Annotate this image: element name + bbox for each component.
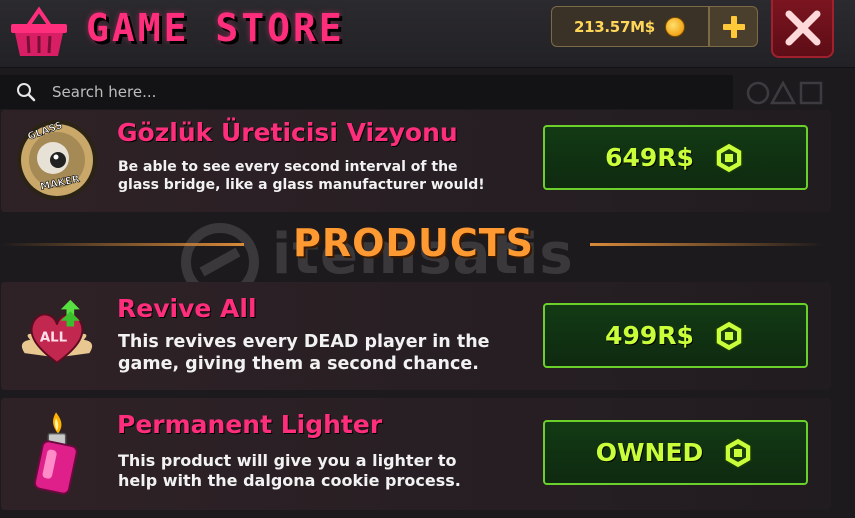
close-icon <box>785 10 820 46</box>
icon-text: ALL <box>40 331 68 346</box>
item-title: Gözlük Üreticisi Vizyonu <box>117 118 458 147</box>
store-item: Permanent Lighter This product will give… <box>1 398 831 510</box>
robux-icon <box>724 436 753 469</box>
item-description-line: glass bridge, like a glass manufacturer … <box>118 176 485 193</box>
item-title: Revive All <box>117 294 257 323</box>
divider-line <box>590 243 824 246</box>
store-item: GLASS MAKER Gözlük Üreticisi Vizyonu Be … <box>1 110 831 212</box>
add-currency-button[interactable] <box>709 6 758 47</box>
search-icon <box>17 83 36 102</box>
robux-icon <box>715 141 743 174</box>
item-description: This revives every DEAD player in the ga… <box>118 332 490 376</box>
plus-icon <box>722 15 745 38</box>
currency-balance: 213.57M$ <box>551 6 709 47</box>
buy-button[interactable]: 499R$ <box>543 303 808 368</box>
store-header: GAME STORE 213.57M$ <box>0 0 855 68</box>
item-description-line: game, giving them a second chance. <box>118 353 479 374</box>
buy-button[interactable]: 649R$ <box>543 125 808 190</box>
lighter-icon <box>33 412 78 495</box>
item-description-line: This revives every DEAD player in the <box>118 332 490 352</box>
coin-icon <box>664 16 685 37</box>
robux-icon <box>715 319 743 352</box>
owned-label: OWNED <box>595 438 704 467</box>
search-bar <box>0 75 733 109</box>
item-description-line: Be able to see every second interval of … <box>118 159 458 175</box>
shopping-basket-icon <box>11 6 67 56</box>
circle-triangle-square-icon <box>746 80 823 105</box>
glass-maker-badge-icon: GLASS MAKER <box>17 120 97 200</box>
winged-heart-icon: ALL <box>21 299 93 364</box>
store-item: ALL Revive All This revives every DEAD p… <box>1 282 831 390</box>
divider-line <box>0 243 244 246</box>
store-title: GAME STORE <box>86 6 345 50</box>
item-description-line: This product will give you a lighter to <box>118 451 457 470</box>
item-description: Be able to see every second interval of … <box>118 159 485 194</box>
item-description: This product will give you a lighter to … <box>118 451 461 491</box>
balance-amount: 213.57M$ <box>574 17 655 36</box>
item-title: Permanent Lighter <box>117 410 383 439</box>
price-label: 649R$ <box>605 143 694 172</box>
price-label: 499R$ <box>605 321 694 350</box>
section-title: PRODUCTS <box>293 221 534 265</box>
close-button[interactable] <box>771 0 834 58</box>
products-section-header: PRODUCTS <box>0 218 855 268</box>
owned-button[interactable]: OWNED <box>543 420 808 485</box>
item-description-line: help with the dalgona cookie process. <box>118 471 461 490</box>
search-input[interactable] <box>52 83 652 101</box>
